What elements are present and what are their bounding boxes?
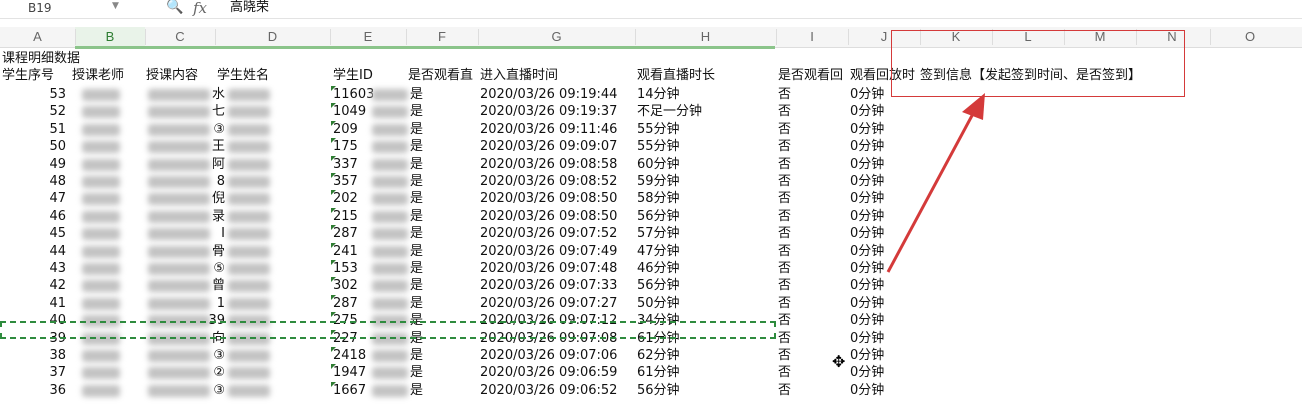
annotation-arrow [886,93,985,273]
cell-cursor-icon: ✥ [832,352,846,371]
copy-selection-marquee [0,321,776,339]
